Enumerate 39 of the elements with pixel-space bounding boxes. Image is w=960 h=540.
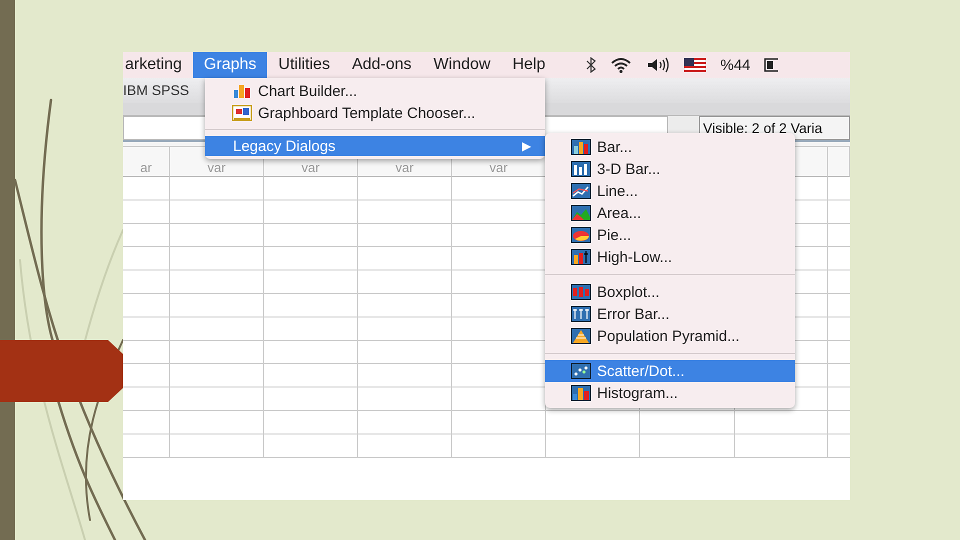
menu-bar-item[interactable]: Utilities xyxy=(267,52,341,78)
menu-bar-item[interactable]: Graphs xyxy=(192,52,268,78)
bluetooth-icon[interactable] xyxy=(586,57,596,73)
scatter-plot-icon xyxy=(571,363,591,379)
menu-item[interactable]: High-Low... xyxy=(545,246,795,268)
menu-bar-item[interactable]: Help xyxy=(501,52,556,78)
menu-item[interactable]: Chart Builder... xyxy=(205,80,545,102)
area-chart-icon xyxy=(571,205,591,221)
menu-item[interactable]: Scatter/Dot... xyxy=(545,360,795,382)
menu-bar-item[interactable]: arketing xyxy=(123,52,193,78)
pie-chart-icon xyxy=(571,227,591,243)
bar-chart-icon xyxy=(232,83,252,99)
chart-template-icon xyxy=(232,105,252,121)
menu-item[interactable]: Population Pyramid... xyxy=(545,325,795,347)
battery-percentage: %44 xyxy=(720,56,750,74)
boxplot-icon xyxy=(571,284,591,300)
line-chart-icon xyxy=(571,183,591,199)
pyramid-icon xyxy=(571,328,591,344)
menu-bar-item[interactable]: Add-ons xyxy=(340,52,423,78)
wifi-icon[interactable] xyxy=(610,57,632,73)
menu-item[interactable]: 3-D Bar... xyxy=(545,158,795,180)
error-bar-icon xyxy=(571,306,591,322)
bar-chart-icon xyxy=(571,249,591,265)
volume-icon[interactable] xyxy=(646,57,670,73)
menu-item[interactable]: Legacy Dialogs ▶ xyxy=(205,136,545,156)
menu-item[interactable]: Boxplot... xyxy=(545,281,795,303)
window-title: IBM SPSS xyxy=(123,82,190,98)
menu-item[interactable]: Pie... xyxy=(545,224,795,246)
menu-item[interactable]: Error Bar... xyxy=(545,303,795,325)
bar-chart-icon xyxy=(571,161,591,177)
menu-item[interactable]: Line... xyxy=(545,180,795,202)
menu-item[interactable]: Area... xyxy=(545,202,795,224)
flag-icon[interactable] xyxy=(684,58,706,72)
menu-item[interactable]: Graphboard Template Chooser... xyxy=(205,102,545,124)
menu-item[interactable]: Histogram... xyxy=(545,382,795,404)
bar-chart-icon xyxy=(571,139,591,155)
histogram-icon xyxy=(571,385,591,401)
battery-icon[interactable] xyxy=(764,58,778,72)
menu-bar-item[interactable]: Window xyxy=(422,52,502,78)
